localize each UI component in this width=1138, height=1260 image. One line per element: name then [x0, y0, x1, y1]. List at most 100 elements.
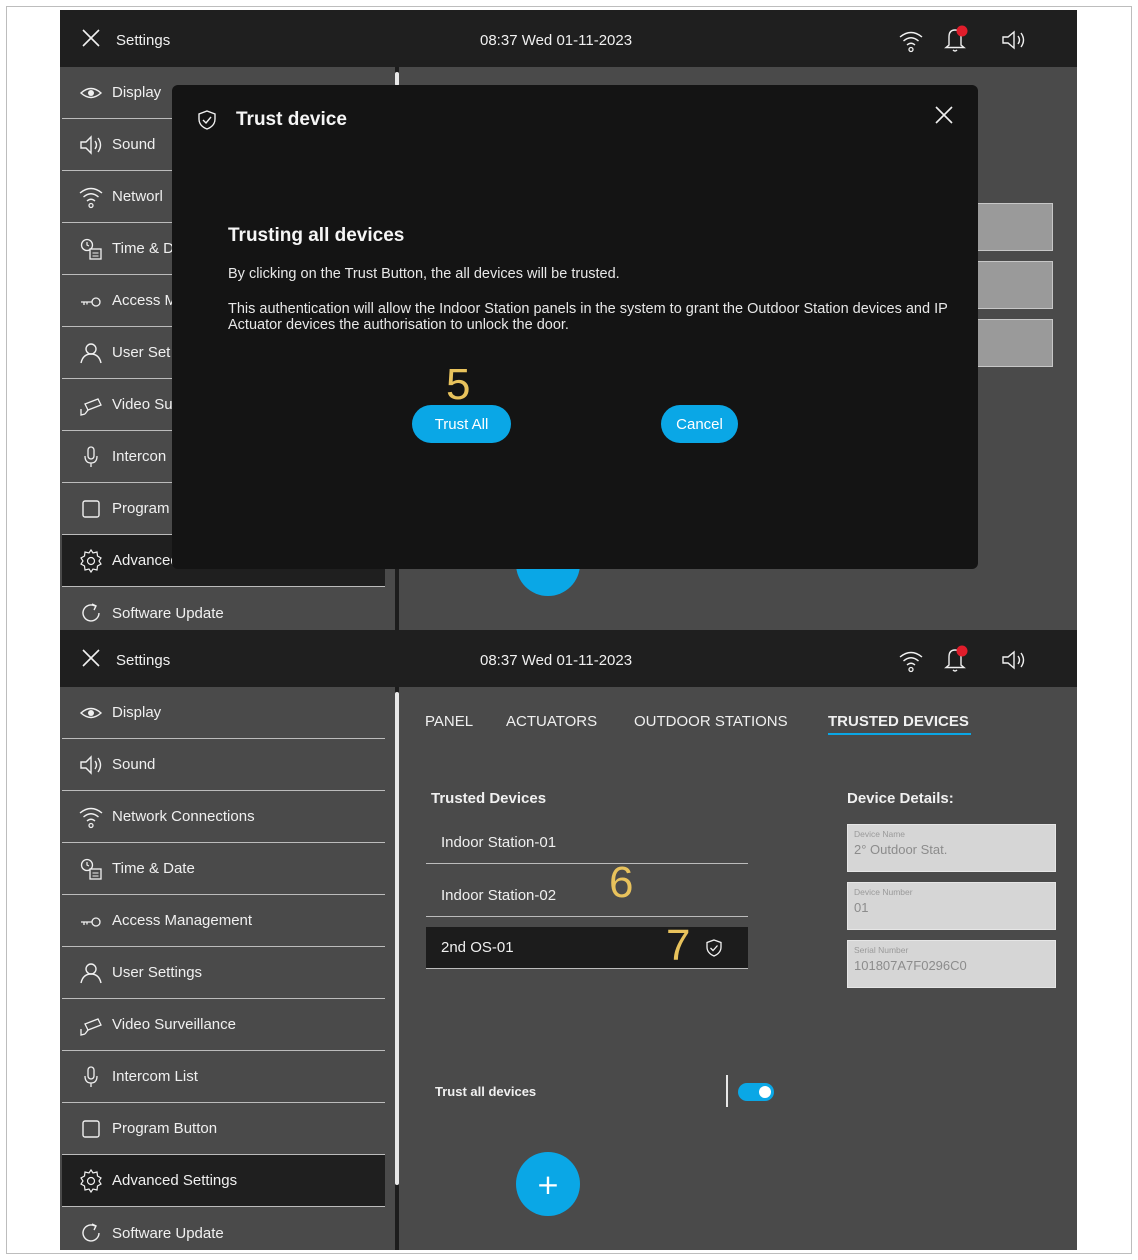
- sidebar-item-label: User Set: [112, 344, 171, 361]
- sidebar-item-label: Intercom List: [112, 1068, 198, 1085]
- device-details-heading: Device Details:: [847, 790, 954, 807]
- toggle-knob: [759, 1086, 771, 1098]
- list-item[interactable]: 2nd OS-01: [426, 927, 748, 969]
- square-button-icon: [82, 499, 100, 518]
- field-value: 2° Outdoor Stat.: [854, 842, 948, 857]
- list-item[interactable]: Indoor Station-02: [426, 875, 748, 917]
- trust-all-toggle[interactable]: [738, 1083, 774, 1101]
- sidebar-scroll-thumb[interactable]: [395, 72, 399, 86]
- callout-5: 5: [446, 360, 471, 409]
- shield-check-icon: [198, 110, 216, 130]
- sidebar-item-software[interactable]: Software Update: [62, 587, 385, 630]
- clock-calendar-icon: [80, 238, 102, 260]
- square-button-icon: [82, 1119, 100, 1138]
- bell-notification-icon[interactable]: [942, 644, 970, 674]
- sidebar-item-label: Video Surveillance: [112, 1016, 236, 1033]
- add-device-button[interactable]: +: [516, 1152, 580, 1216]
- sidebar-item-label: Sound: [112, 756, 156, 773]
- sidebar-item-sound[interactable]: Sound: [62, 739, 385, 791]
- device-label: 2nd OS-01: [441, 939, 514, 956]
- gear-icon: [80, 548, 102, 573]
- gear-icon: [80, 1168, 102, 1193]
- plus-icon: +: [536, 1167, 560, 1201]
- key-icon: [81, 916, 101, 927]
- sidebar-item-label: Time & D: [112, 240, 174, 257]
- microphone-icon: [84, 1065, 98, 1087]
- refresh-icon: [82, 603, 100, 622]
- sidebar-item-time-date[interactable]: Time & Date: [62, 843, 385, 895]
- shield-check-icon: [706, 939, 722, 957]
- trusted-devices-heading: Trusted Devices: [431, 790, 547, 807]
- sidebar-item-label: Program: [112, 500, 170, 517]
- sidebar-item-network[interactable]: Network Connections: [62, 791, 385, 843]
- status-bar: Settings 08:37 Wed 01-11-2023: [60, 630, 1077, 687]
- device-name-field: Device Name 2° Outdoor Stat.: [847, 824, 1056, 872]
- sidebar-item-video[interactable]: Video Surveillance: [62, 999, 385, 1051]
- wifi-icon[interactable]: [898, 28, 924, 54]
- sidebar-item-user[interactable]: User Settings: [62, 947, 385, 999]
- user-icon: [80, 342, 102, 363]
- tab-trusted-devices[interactable]: TRUSTED DEVICES: [828, 713, 969, 730]
- sidebar-item-display[interactable]: Display: [62, 687, 385, 739]
- field-value: 01: [854, 900, 869, 915]
- tab-actuators[interactable]: ACTUATORS: [506, 713, 597, 730]
- bell-notification-icon[interactable]: [942, 24, 970, 54]
- field-label: Serial Number: [854, 945, 909, 955]
- sidebar-item-label: Video Su: [112, 396, 173, 413]
- device-number-field: [968, 261, 1053, 309]
- refresh-icon: [82, 1223, 100, 1242]
- sidebar-item-access[interactable]: Access Management: [62, 895, 385, 947]
- sidebar-item-label: Display: [112, 84, 162, 101]
- status-title: Settings: [116, 32, 171, 49]
- tab-panel[interactable]: PANEL: [425, 713, 473, 730]
- field-label: Device Number: [854, 887, 913, 897]
- sidebar-item-label: Networl: [112, 188, 163, 205]
- trust-all-button[interactable]: Trust All: [412, 405, 511, 443]
- sidebar-item-label: Software Update: [112, 1224, 224, 1242]
- dialog-message: By clicking on the Trust Button, the all…: [228, 266, 620, 282]
- volume-icon[interactable]: [1000, 28, 1028, 52]
- list-item[interactable]: Indoor Station-01: [426, 822, 748, 864]
- user-icon: [80, 962, 102, 983]
- speaker-icon: [80, 754, 102, 775]
- sidebar-item-software[interactable]: Software Update: [62, 1207, 385, 1250]
- sidebar-item-label: User Settings: [112, 964, 203, 981]
- eye-icon: [79, 707, 103, 718]
- volume-icon[interactable]: [1000, 648, 1028, 672]
- tab-outdoor-stations[interactable]: OUTDOOR STATIONS: [634, 713, 788, 730]
- sidebar-item-label: Time & Date: [112, 860, 195, 877]
- close-icon[interactable]: [80, 27, 102, 49]
- dialog-close-icon[interactable]: [933, 104, 955, 126]
- dialog-description: This authentication will allow the Indoo…: [228, 301, 948, 333]
- sidebar-item-program[interactable]: Program Button: [62, 1103, 385, 1155]
- speaker-icon: [80, 134, 102, 155]
- serial-number-field: [968, 319, 1053, 367]
- screen-trust-dialog: Settings 08:37 Wed 01-11-2023 Display So…: [60, 10, 1077, 630]
- sidebar-item-label: Software Update: [112, 604, 224, 622]
- dialog-heading: Trusting all devices: [228, 225, 405, 246]
- sidebar-item-label: Intercon: [112, 448, 167, 465]
- trust-device-dialog: Trust device Trusting all devices By cli…: [172, 85, 978, 569]
- status-bar: Settings 08:37 Wed 01-11-2023: [60, 10, 1077, 67]
- sidebar-item-advanced[interactable]: Advanced Settings: [62, 1155, 385, 1207]
- wifi-icon[interactable]: [898, 648, 924, 674]
- sidebar-scroll-thumb[interactable]: [395, 692, 399, 1185]
- screen-trusted-devices: Settings 08:37 Wed 01-11-2023 Display So…: [60, 630, 1077, 1250]
- device-name-field: [968, 203, 1053, 251]
- camera-icon: [80, 1017, 102, 1036]
- eye-icon: [79, 87, 103, 98]
- callout-7: 7: [666, 921, 691, 970]
- camera-icon: [80, 397, 102, 416]
- sidebar-item-intercom[interactable]: Intercom List: [62, 1051, 385, 1103]
- callout-6: 6: [609, 858, 634, 907]
- dialog-title: Trust device: [236, 109, 347, 130]
- microphone-icon: [84, 445, 98, 467]
- trust-all-label: Trust all devices: [435, 1084, 537, 1099]
- sidebar-item-label: Access Management: [112, 912, 253, 929]
- sidebar-item-label: Access M: [112, 292, 178, 309]
- close-icon[interactable]: [80, 647, 102, 669]
- field-label: Device Name: [854, 829, 906, 839]
- cancel-button[interactable]: Cancel: [661, 405, 738, 443]
- content-area: PANEL ACTUATORS OUTDOOR STATIONS TRUSTED…: [400, 687, 1077, 1250]
- sidebar-item-label: Display: [112, 704, 162, 721]
